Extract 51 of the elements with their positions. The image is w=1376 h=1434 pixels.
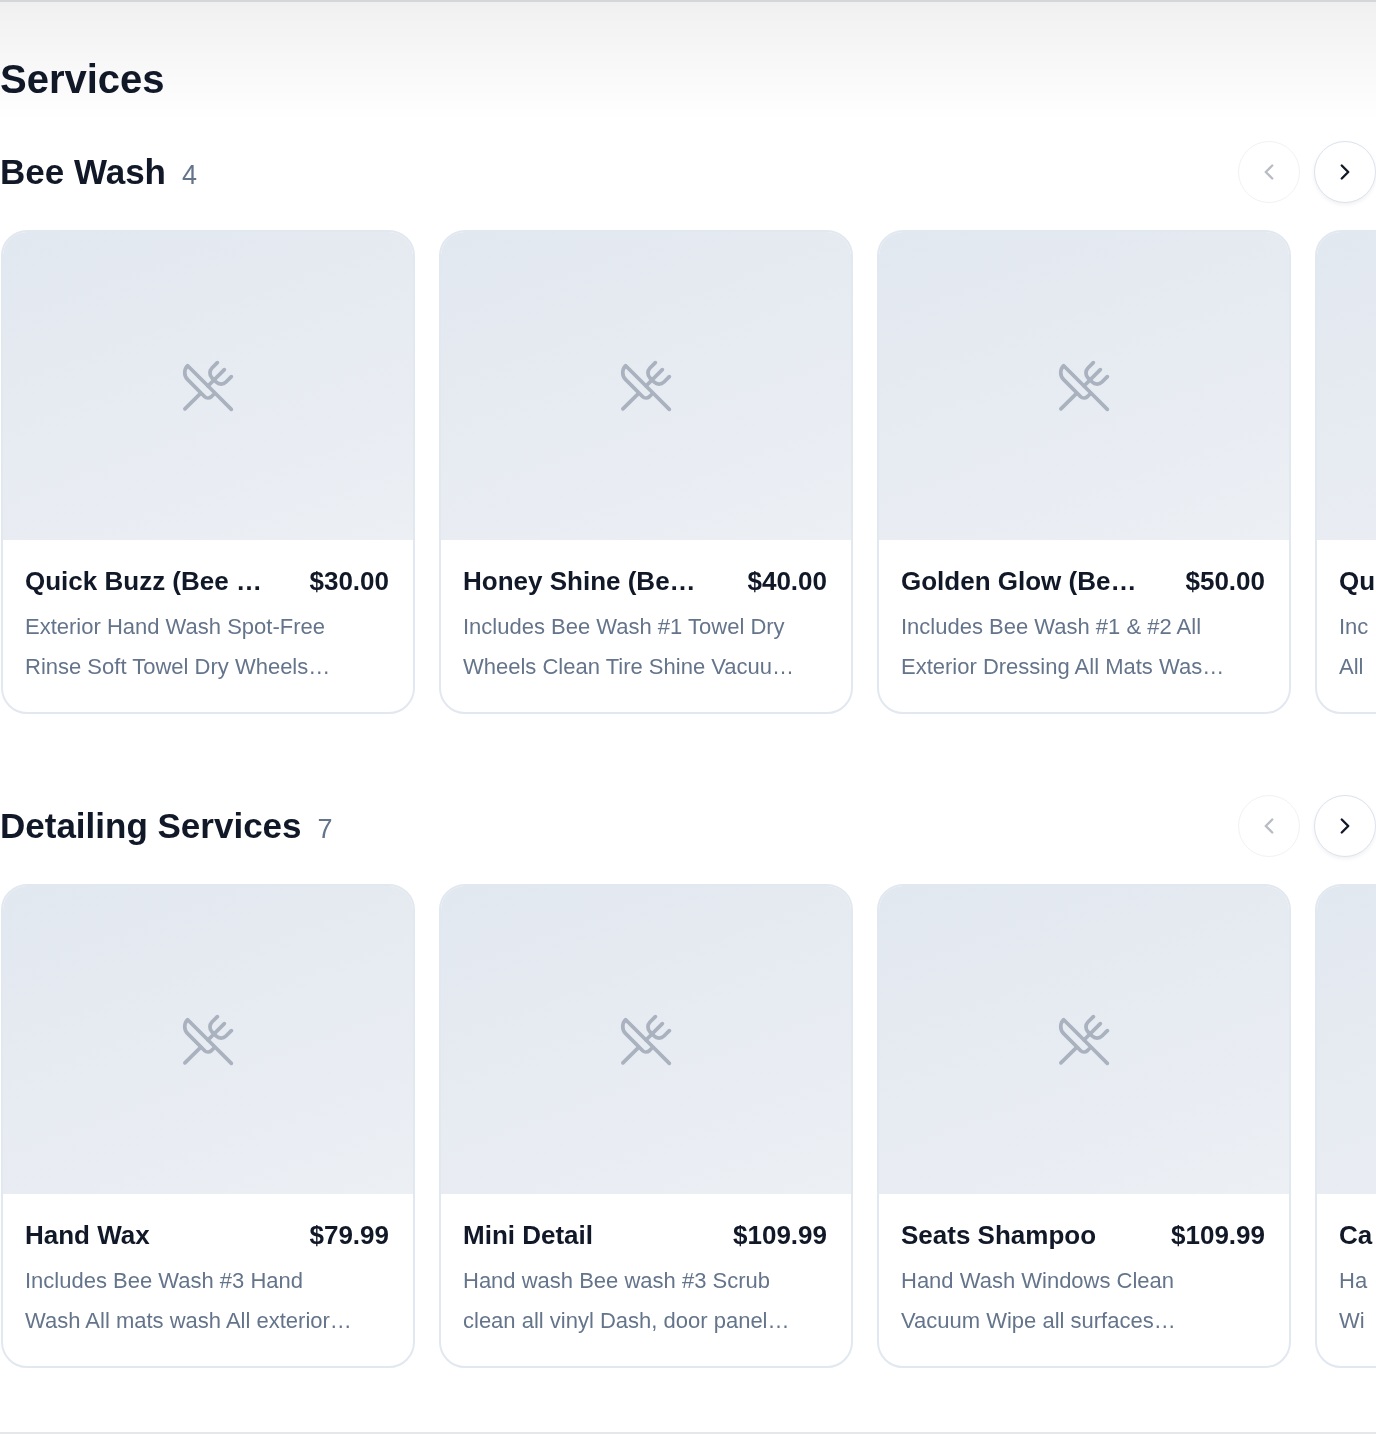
service-description: Wheels Clean Tire Shine Vacuu…	[463, 653, 795, 681]
service-description: Ha	[1339, 1267, 1369, 1295]
service-name: Seats Shampoo	[901, 1220, 1097, 1251]
service-description: Hand Wash Windows Clean	[901, 1267, 1176, 1295]
utensils-icon	[1056, 1012, 1112, 1068]
service-description: Includes Bee Wash #1 & #2 All	[901, 613, 1203, 641]
service-card[interactable]: Seats Shampoo $109.99 Hand Wash Windows Clean Vacuum Wipe all surfaces…	[877, 884, 1291, 1368]
service-price: $50.00	[1185, 566, 1265, 597]
service-description: Wi	[1339, 1307, 1366, 1335]
service-price: $40.00	[747, 566, 827, 597]
service-name: Golden Glow (Be…	[901, 566, 1137, 597]
service-description: Wash All mats wash All exterior…	[25, 1307, 353, 1335]
item-count: 7	[317, 813, 333, 845]
service-name: Honey Shine (Be…	[463, 566, 696, 597]
service-description: Inc	[1339, 613, 1370, 641]
page-title: Services	[0, 56, 166, 102]
section-title: Detailing Services	[0, 806, 302, 846]
service-card[interactable]: Qu Inc All	[1315, 230, 1376, 714]
service-card[interactable]: Ca Ha Wi	[1315, 884, 1376, 1368]
service-price: $30.00	[309, 566, 389, 597]
utensils-icon	[618, 358, 674, 414]
service-name: Quick Buzz (Bee …	[25, 566, 262, 597]
service-name: Hand Wax	[25, 1220, 150, 1251]
next-button[interactable]	[1314, 795, 1376, 857]
utensils-icon	[180, 1012, 236, 1068]
section-title: Bee Wash	[0, 152, 166, 192]
service-description: Vacuum Wipe all surfaces…	[901, 1307, 1177, 1335]
service-price: $79.99	[309, 1220, 389, 1251]
service-description: Includes Bee Wash #3 Hand	[25, 1267, 305, 1295]
service-price: $109.99	[1171, 1220, 1265, 1251]
service-description: Rinse Soft Towel Dry Wheels…	[25, 653, 332, 681]
utensils-icon	[180, 358, 236, 414]
service-card[interactable]: Hand Wax $79.99 Includes Bee Wash #3 Hand Wash All mats wash All exterior…	[1, 884, 415, 1368]
service-price: $109.99	[733, 1220, 827, 1251]
service-description: Exterior Dressing All Mats Was…	[901, 653, 1226, 681]
service-description: All	[1339, 653, 1365, 681]
service-description: Exterior Hand Wash Spot-Free	[25, 613, 326, 641]
service-card[interactable]: Honey Shine (Be… $40.00 Includes Bee Wash #1 Towel Dry Wheels Clean Tire Shine Vacuu…	[439, 230, 853, 714]
utensils-icon	[1056, 358, 1112, 414]
service-name: Mini Detail	[463, 1220, 593, 1251]
service-card[interactable]: Mini Detail $109.99 Hand wash Bee wash #3 Scrub clean all vinyl Dash, door panel…	[439, 884, 853, 1368]
service-description: Hand wash Bee wash #3 Scrub	[463, 1267, 771, 1295]
service-card[interactable]: Quick Buzz (Bee … $30.00 Exterior Hand Wash Spot-Free Rinse Soft Towel Dry Wheels…	[1, 230, 415, 714]
utensils-icon	[618, 1012, 674, 1068]
item-count: 4	[182, 159, 197, 191]
service-card[interactable]: Golden Glow (Be… $50.00 Includes Bee Wash #1 & #2 All Exterior Dressing All Mats Was…	[877, 230, 1291, 714]
service-description: Includes Bee Wash #1 Towel Dry	[463, 613, 786, 641]
service-name: Ca	[1339, 1220, 1373, 1251]
next-button[interactable]	[1314, 141, 1376, 203]
service-name: Qu	[1339, 566, 1376, 597]
service-description: clean all vinyl Dash, door panel…	[463, 1307, 791, 1335]
